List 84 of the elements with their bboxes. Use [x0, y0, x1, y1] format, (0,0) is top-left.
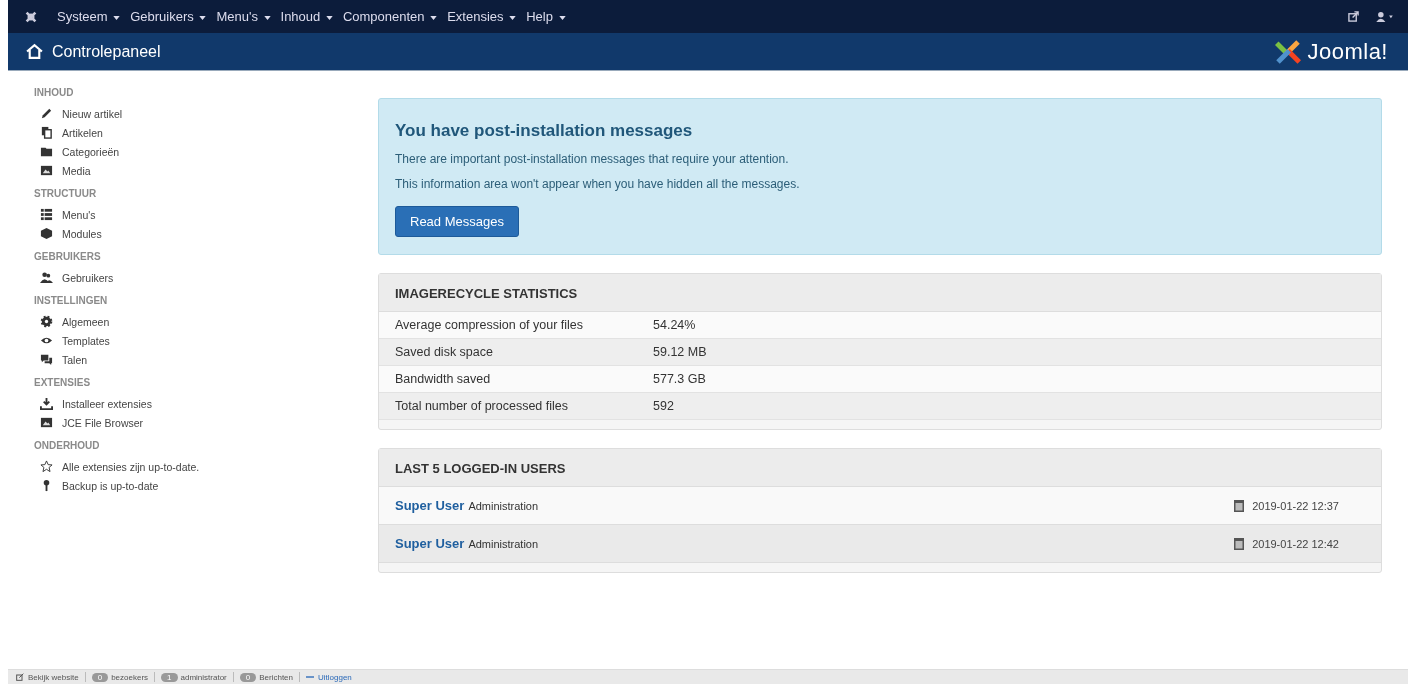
- user-role: Administration: [468, 499, 539, 512]
- stat-value: 577.3 GB: [653, 372, 706, 386]
- section-heading: STRUCTUUR: [34, 188, 98, 199]
- panel-title: IMAGERECYCLE STATISTICS: [379, 274, 1381, 312]
- menu-item[interactable]: Menu's: [211, 9, 276, 24]
- sidebar-item[interactable]: Templates: [34, 331, 330, 350]
- status-label: administrator: [180, 672, 227, 682]
- count-badge: 1: [161, 672, 178, 682]
- minus-icon: [306, 673, 314, 681]
- user-link[interactable]: Super User: [395, 536, 465, 551]
- view-site-link[interactable]: Bekijk website: [16, 672, 79, 682]
- chat-icon: [40, 353, 53, 366]
- user-link[interactable]: Super User: [395, 498, 465, 513]
- user-menu-icon[interactable]: [1375, 11, 1394, 22]
- stat-value: 54.24%: [653, 318, 696, 332]
- image-icon: [40, 164, 53, 177]
- download-icon: [40, 397, 53, 410]
- sidebar-item[interactable]: JCE File Browser: [34, 413, 330, 432]
- caret-icon: [509, 15, 517, 20]
- logo-icon[interactable]: [24, 9, 38, 24]
- alert-text: There are important post-installation messages that require your attention.: [395, 152, 790, 166]
- login-time: 2019-01-22 12:42: [1252, 537, 1339, 550]
- stat-value: 59.12 MB: [653, 345, 707, 359]
- gear-icon: [40, 315, 53, 328]
- sidebar-item[interactable]: Media: [34, 161, 330, 180]
- count-badge: 0: [239, 672, 257, 682]
- menu-item[interactable]: Gebruikers: [125, 9, 212, 24]
- read-messages-button[interactable]: Read Messages: [395, 206, 519, 237]
- panel-title: LAST 5 LOGGED-IN USERS: [379, 449, 1381, 487]
- status-label: bezoekers: [111, 672, 149, 682]
- sidebar-item[interactable]: Algemeen: [34, 312, 330, 331]
- pencil-icon: [40, 107, 53, 120]
- section-heading: GEBRUIKERS: [34, 251, 102, 262]
- page-title: Controlepaneel: [52, 42, 161, 61]
- home-icon: [26, 43, 43, 60]
- caret-icon: [325, 15, 333, 20]
- sidebar-item[interactable]: Artikelen: [34, 123, 330, 142]
- user-role: Administration: [468, 537, 539, 550]
- sidebar-item[interactable]: Gebruikers: [34, 268, 330, 287]
- cube-icon: [40, 227, 53, 240]
- caret-icon: [199, 15, 207, 20]
- caret-icon: [558, 15, 566, 20]
- menu-item[interactable]: Componenten: [337, 9, 443, 24]
- stat-label: Average compression of your files: [395, 318, 585, 332]
- stat-value: 592: [653, 399, 674, 413]
- status-label: Berichten: [259, 672, 293, 682]
- logo-text: Joomla!: [1307, 38, 1388, 65]
- caret-icon: [263, 15, 271, 20]
- section-heading: INHOUD: [34, 87, 75, 98]
- menu-item[interactable]: Systeem: [52, 9, 126, 24]
- menu-item[interactable]: Inhoud: [275, 9, 338, 24]
- image-icon: [40, 416, 53, 429]
- sidebar-item[interactable]: Backup is up-to-date: [34, 476, 330, 495]
- copy-icon: [40, 126, 53, 139]
- sidebar-item[interactable]: Installeer extensies: [34, 394, 330, 413]
- users-icon: [40, 271, 53, 284]
- logout-link[interactable]: Uitloggen: [306, 672, 352, 682]
- section-heading: ONDERHOUD: [34, 440, 101, 451]
- section-heading: INSTELLINGEN: [34, 295, 109, 306]
- external-link-icon[interactable]: [1348, 11, 1359, 22]
- menu-item[interactable]: Extensies: [442, 9, 522, 24]
- stat-label: Total number of processed files: [395, 399, 569, 413]
- caret-icon: [113, 15, 121, 20]
- sidebar-item[interactable]: Talen: [34, 350, 330, 369]
- count-badge: 0: [91, 672, 109, 682]
- alert-text: This information area won't appear when you have hidden all the messages.: [395, 177, 801, 191]
- section-heading: EXTENSIES: [34, 377, 92, 388]
- sidebar-item[interactable]: Alle extensies zijn up-to-date.: [34, 457, 330, 476]
- folder-icon: [40, 145, 53, 158]
- calendar-icon: [1234, 499, 1245, 512]
- sidebar-item[interactable]: Nieuw artikel: [34, 104, 330, 123]
- login-time: 2019-01-22 12:37: [1252, 499, 1339, 512]
- external-link-icon: [16, 673, 24, 681]
- list-icon: [40, 208, 53, 221]
- menu-item[interactable]: Help: [521, 9, 571, 24]
- calendar-icon: [1234, 537, 1245, 550]
- sidebar-item[interactable]: Modules: [34, 224, 330, 243]
- caret-icon: [430, 15, 438, 20]
- alert-title: You have post-installation messages: [395, 121, 694, 141]
- sidebar-item[interactable]: Menu's: [34, 205, 330, 224]
- star-icon: [40, 460, 53, 473]
- sidebar-item[interactable]: Categorieën: [34, 142, 330, 161]
- stat-label: Saved disk space: [395, 345, 494, 359]
- stat-label: Bandwidth saved: [395, 372, 492, 386]
